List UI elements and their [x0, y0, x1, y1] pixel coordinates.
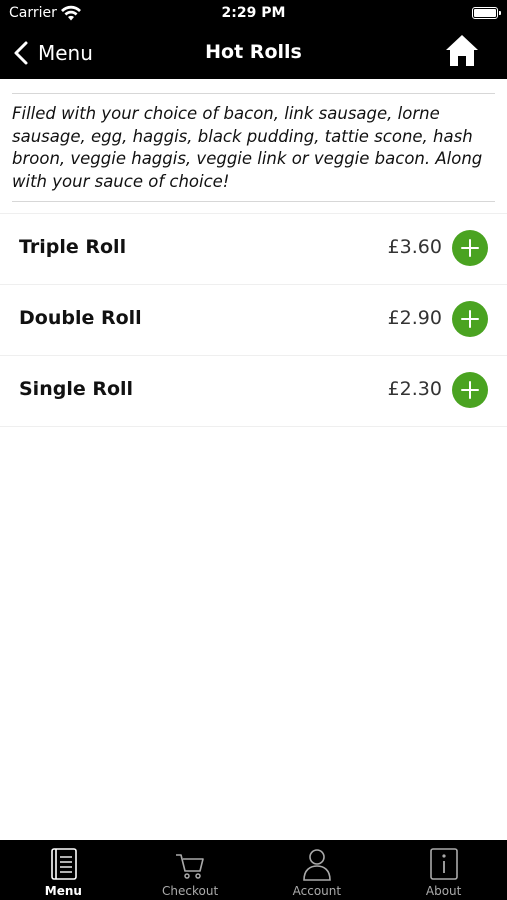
tab-bar: Menu Checkout Account About [0, 840, 507, 900]
item-price: £3.60 [387, 236, 442, 258]
add-button[interactable] [452, 372, 488, 408]
tab-checkout[interactable]: Checkout [127, 840, 254, 900]
tab-about[interactable]: About [380, 840, 507, 900]
add-button[interactable] [452, 301, 488, 337]
list-item[interactable]: Triple Roll £3.60 [0, 213, 507, 285]
item-list: Triple Roll £3.60 Double Roll £2.90 Sing… [0, 213, 507, 427]
tab-menu[interactable]: Menu [0, 840, 127, 900]
tab-account[interactable]: Account [254, 840, 381, 900]
tab-label: Checkout [162, 884, 219, 898]
plus-icon [461, 381, 479, 399]
item-name: Double Roll [19, 307, 142, 329]
menu-book-icon [51, 848, 78, 880]
add-button[interactable] [452, 230, 488, 266]
item-price: £2.30 [387, 378, 442, 400]
navigation-bar: Carrier 2:29 PM Menu Hot Rolls [0, 0, 507, 79]
page-title: Hot Rolls [205, 41, 302, 63]
item-price: £2.90 [387, 307, 442, 329]
home-icon[interactable] [444, 33, 480, 69]
cart-icon [176, 854, 204, 879]
tab-label: Menu [44, 884, 82, 898]
list-item[interactable]: Single Roll £2.30 [0, 356, 507, 427]
item-name: Triple Roll [19, 236, 127, 258]
status-bar: Carrier 2:29 PM [0, 0, 507, 28]
item-name: Single Roll [19, 378, 134, 400]
category-description: Filled with your choice of bacon, link s… [12, 104, 483, 191]
person-icon [303, 849, 331, 881]
tab-label: Account [292, 884, 342, 898]
plus-icon [461, 239, 479, 257]
battery-icon [472, 7, 501, 19]
list-item[interactable]: Double Roll £2.90 [0, 285, 507, 356]
clock: 2:29 PM [221, 5, 286, 21]
plus-icon [461, 310, 479, 328]
description-box: Filled with your choice of bacon, link s… [12, 93, 495, 202]
info-icon [429, 848, 458, 880]
tab-label: About [425, 884, 462, 898]
